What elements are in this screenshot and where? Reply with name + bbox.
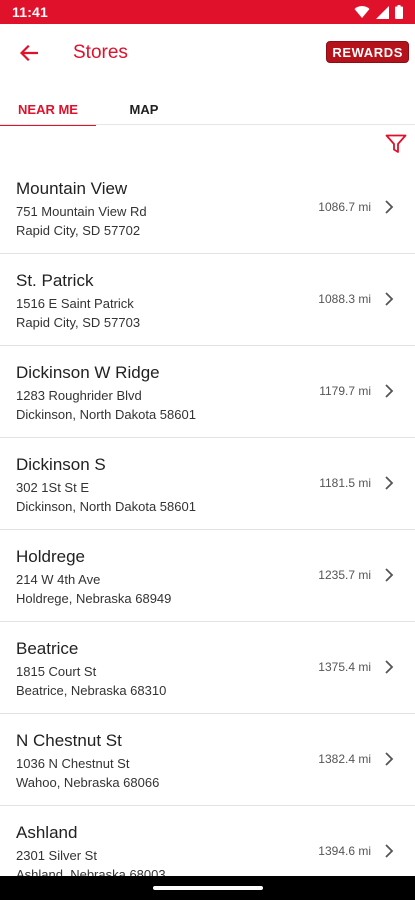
store-address-line2: Dickinson, North Dakota 58601 bbox=[16, 407, 196, 422]
store-name: Dickinson W Ridge bbox=[16, 363, 160, 382]
store-address-line1: 1516 E Saint Patrick bbox=[16, 296, 134, 311]
store-address-line2: Holdrege, Nebraska 68949 bbox=[16, 591, 172, 606]
tab-map[interactable]: MAP bbox=[96, 96, 192, 126]
home-gesture-handle[interactable] bbox=[153, 886, 263, 890]
store-row[interactable]: Dickinson S 302 1St St E Dickinson, Nort… bbox=[0, 438, 415, 530]
chevron-right-icon bbox=[385, 292, 394, 306]
store-address-line1: 214 W 4th Ave bbox=[16, 572, 101, 587]
rewards-button[interactable]: REWARDS bbox=[326, 41, 409, 63]
back-button[interactable] bbox=[12, 36, 46, 70]
filter-icon bbox=[385, 134, 407, 153]
store-distance: 1086.7 mi bbox=[318, 200, 371, 214]
filter-button[interactable] bbox=[383, 131, 409, 157]
status-bar: 11:41 bbox=[0, 0, 415, 24]
store-name: N Chestnut St bbox=[16, 731, 122, 750]
chevron-right-icon bbox=[385, 752, 394, 766]
status-time: 11:41 bbox=[12, 4, 49, 20]
store-name: Beatrice bbox=[16, 639, 79, 658]
store-address-line2: Wahoo, Nebraska 68066 bbox=[16, 775, 160, 790]
store-name: Ashland bbox=[16, 823, 78, 842]
chevron-right-icon bbox=[385, 476, 394, 490]
chevron-right-icon bbox=[385, 660, 394, 674]
store-distance: 1179.7 mi bbox=[319, 384, 371, 398]
tab-near-me[interactable]: NEAR ME bbox=[0, 96, 96, 126]
store-row[interactable]: Dickinson W Ridge 1283 Roughrider Blvd D… bbox=[0, 346, 415, 438]
signal-icon bbox=[376, 5, 389, 19]
store-distance: 1394.6 mi bbox=[318, 844, 371, 858]
store-row[interactable]: N Chestnut St 1036 N Chestnut St Wahoo, … bbox=[0, 714, 415, 806]
store-address-line1: 1283 Roughrider Blvd bbox=[16, 388, 142, 403]
arrow-left-icon bbox=[20, 45, 38, 61]
store-row[interactable]: St. Patrick 1516 E Saint Patrick Rapid C… bbox=[0, 254, 415, 346]
store-name: Mountain View bbox=[16, 179, 128, 198]
store-name: Holdrege bbox=[16, 547, 85, 566]
chevron-right-icon bbox=[385, 384, 394, 398]
store-distance: 1235.7 mi bbox=[318, 568, 371, 582]
chevron-right-icon bbox=[385, 844, 394, 858]
store-row[interactable]: Mountain View 751 Mountain View Rd Rapid… bbox=[0, 162, 415, 254]
system-nav-bar bbox=[0, 876, 415, 900]
store-name: St. Patrick bbox=[16, 271, 94, 290]
store-row[interactable]: Beatrice 1815 Court St Beatrice, Nebrask… bbox=[0, 622, 415, 714]
page-title: Stores bbox=[73, 42, 128, 63]
store-distance: 1382.4 mi bbox=[318, 752, 371, 766]
divider bbox=[0, 124, 415, 125]
store-address-line1: 1815 Court St bbox=[16, 664, 97, 679]
wifi-icon bbox=[354, 6, 370, 19]
tab-bar: NEAR ME MAP bbox=[0, 96, 415, 126]
app-bar: Stores REWARDS bbox=[0, 24, 415, 82]
store-address-line1: 302 1St St E bbox=[16, 480, 89, 495]
chevron-right-icon bbox=[385, 200, 394, 214]
store-distance: 1088.3 mi bbox=[318, 292, 371, 306]
chevron-right-icon bbox=[385, 568, 394, 582]
store-address-line2: Rapid City, SD 57703 bbox=[16, 315, 141, 330]
store-address-line2: Beatrice, Nebraska 68310 bbox=[16, 683, 167, 698]
store-name: Dickinson S bbox=[16, 455, 106, 474]
store-address-line2: Rapid City, SD 57702 bbox=[16, 223, 141, 238]
store-address-line1: 2301 Silver St bbox=[16, 848, 97, 863]
store-address-line1: 751 Mountain View Rd bbox=[16, 204, 147, 219]
store-distance: 1181.5 mi bbox=[319, 476, 371, 490]
store-distance: 1375.4 mi bbox=[318, 660, 371, 674]
battery-icon bbox=[395, 5, 403, 19]
status-icons bbox=[354, 5, 403, 19]
store-list: Mountain View 751 Mountain View Rd Rapid… bbox=[0, 162, 415, 898]
store-address-line2: Dickinson, North Dakota 58601 bbox=[16, 499, 196, 514]
store-address-line1: 1036 N Chestnut St bbox=[16, 756, 130, 771]
store-row[interactable]: Holdrege 214 W 4th Ave Holdrege, Nebrask… bbox=[0, 530, 415, 622]
